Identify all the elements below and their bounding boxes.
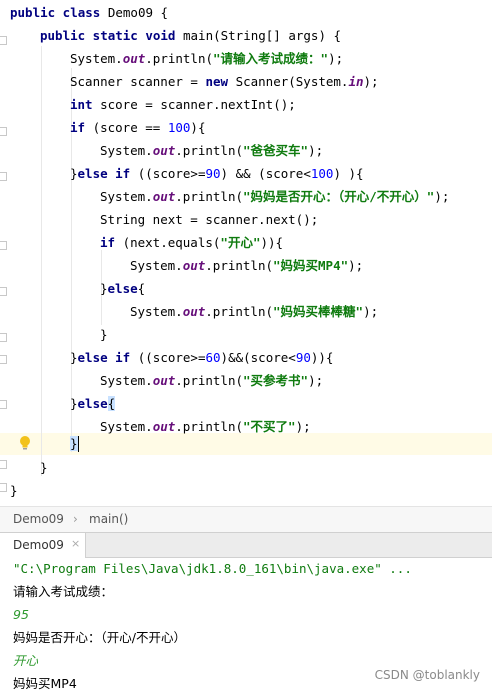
breadcrumb-method[interactable]: main(): [89, 512, 128, 526]
breadcrumb-separator: ›: [73, 512, 78, 526]
code-line-4: Scanner scanner = new Scanner(System.in)…: [70, 74, 379, 89]
console-output: 妈妈是否开心：（开心/不开心）: [13, 630, 186, 645]
fold-marker[interactable]: [0, 483, 7, 492]
code-line-20: }: [70, 436, 78, 451]
watermark: CSDN @toblankly: [374, 668, 480, 682]
console-output: 请输入考试成绩：: [13, 584, 114, 599]
fold-marker[interactable]: [0, 287, 7, 296]
code-line-22: }: [10, 483, 18, 498]
fold-marker[interactable]: [0, 333, 7, 342]
run-tab-label: Demo09: [13, 538, 64, 552]
close-icon[interactable]: ×: [71, 537, 80, 550]
code-line-14: System.out.println("妈妈买棒棒糖");: [130, 304, 379, 319]
console-output: 妈妈买MP4: [13, 676, 77, 691]
console-command-line: "C:\Program Files\Java\jdk1.8.0_161\bin\…: [13, 561, 412, 576]
run-tool-window-tabs: Demo09 ×: [0, 532, 492, 558]
fold-marker[interactable]: [0, 241, 7, 250]
console-user-input: 开心: [13, 653, 39, 668]
code-editor[interactable]: public class Demo09 { public static void…: [0, 0, 492, 506]
code-line-15: }: [100, 327, 108, 342]
code-line-19: System.out.println("不买了");: [100, 419, 311, 434]
text-caret: [78, 436, 79, 452]
code-line-10: String next = scanner.next();: [100, 212, 319, 227]
fold-marker[interactable]: [0, 36, 7, 45]
fold-marker[interactable]: [0, 460, 7, 469]
fold-marker[interactable]: [0, 172, 7, 181]
breadcrumb: Demo09 › main(): [0, 506, 492, 532]
code-line-18: }else{: [70, 396, 116, 411]
code-line-21: }: [40, 460, 48, 475]
code-line-3: System.out.println("请输入考试成绩：");: [70, 51, 344, 66]
code-line-11: if (next.equals("开心")){: [100, 235, 284, 250]
lightbulb-icon[interactable]: [18, 435, 32, 451]
fold-marker[interactable]: [0, 127, 7, 136]
code-line-7: System.out.println("爸爸买车");: [100, 143, 324, 158]
run-tab-demo09[interactable]: Demo09 ×: [0, 533, 86, 558]
code-line-8: }else if ((score>=90) && (score<100) ){: [70, 166, 364, 181]
fold-marker[interactable]: [0, 355, 7, 364]
console-user-input: 95: [13, 607, 29, 622]
code-line-12: System.out.println("妈妈买MP4");: [130, 258, 364, 273]
code-line-1: public class Demo09 {: [10, 5, 169, 20]
editor-gutter: [0, 0, 9, 506]
fold-marker[interactable]: [0, 400, 7, 409]
code-line-6: if (score == 100){: [70, 120, 206, 135]
indent-guide: [41, 46, 42, 476]
code-line-9: System.out.println("妈妈是否开心：（开心/不开心）");: [100, 189, 450, 204]
breadcrumb-class[interactable]: Demo09: [13, 512, 64, 526]
code-line-17: System.out.println("买参考书");: [100, 373, 324, 388]
code-line-5: int score = scanner.nextInt();: [70, 97, 296, 112]
code-line-16: }else if ((score>=60)&&(score<90)){: [70, 350, 334, 365]
code-line-13: }else{: [100, 281, 146, 296]
code-line-2: public static void main(String[] args) {: [40, 28, 342, 43]
